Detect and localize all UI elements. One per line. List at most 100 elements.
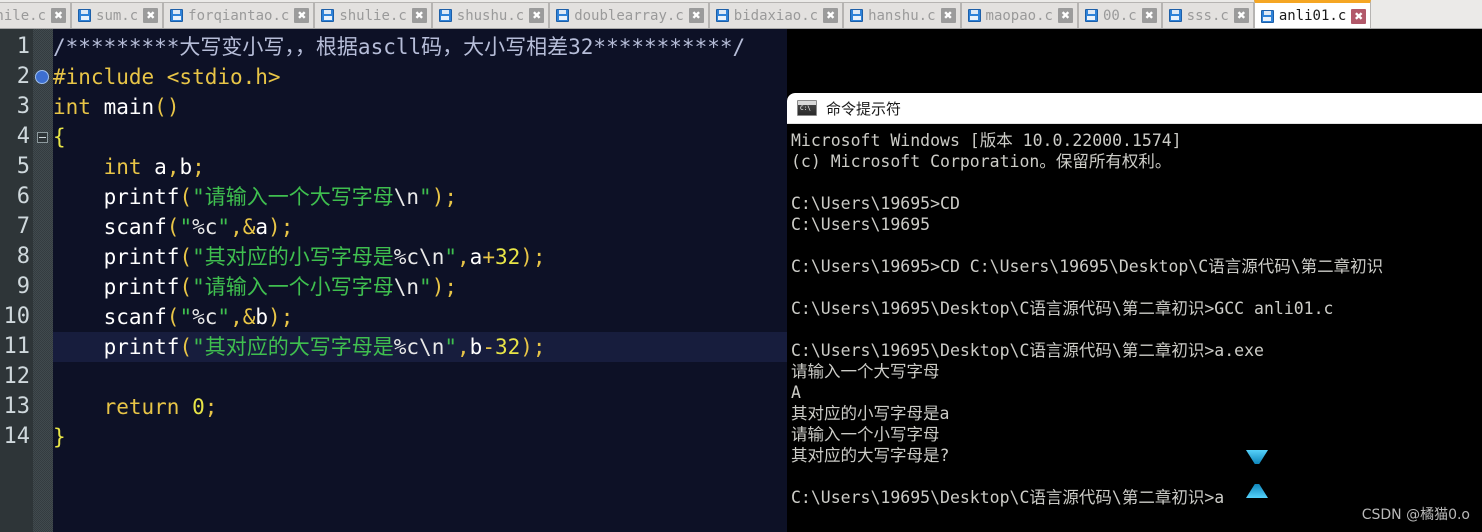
code-line[interactable]: int a,b; xyxy=(53,152,787,182)
tab-label: forqiantao.c xyxy=(188,7,290,24)
tab-sum-c[interactable]: sum.c ✖ xyxy=(71,2,164,28)
floppy-disk-icon xyxy=(850,9,864,22)
tab-label: hanshu.c xyxy=(868,7,936,24)
close-icon[interactable]: ✖ xyxy=(411,8,427,23)
code-line[interactable]: int main() xyxy=(53,92,787,122)
tab-anli01-c[interactable]: anli01.c ✖ xyxy=(1253,0,1372,28)
line-number: 9 xyxy=(16,274,30,299)
code-line[interactable] xyxy=(53,362,787,392)
tab-label: bidaxiao.c xyxy=(733,7,819,24)
fold-collapse-icon[interactable] xyxy=(37,132,48,143)
console-line: C:\Users\19695>CD xyxy=(791,194,960,213)
command-prompt-output[interactable]: Microsoft Windows [版本 10.0.22000.1574] (c… xyxy=(787,124,1482,532)
floppy-disk-icon xyxy=(556,9,570,22)
tab-shulie-c[interactable]: shulie.c ✖ xyxy=(314,2,432,28)
floppy-disk-icon xyxy=(438,9,452,22)
tab-label: shulie.c xyxy=(339,7,407,24)
console-line: 请输入一个大写字母 xyxy=(791,362,940,381)
close-icon[interactable]: ✖ xyxy=(294,8,310,23)
editor-tab-bar[interactable]: while.c✖sum.c✖forqiantao.c✖shulie.c✖shus… xyxy=(0,0,1482,29)
tab-label: sum.c xyxy=(96,7,139,24)
close-icon[interactable]: ✖ xyxy=(823,8,839,23)
line-number: 1 xyxy=(16,34,30,59)
code-line[interactable]: #include <stdio.h> xyxy=(53,62,787,92)
console-line: 其对应的大写字母是? xyxy=(791,446,950,465)
close-icon[interactable]: ✖ xyxy=(1141,8,1157,23)
code-line[interactable]: /*********大写变小写，，根据ascll码，大小写相差32*******… xyxy=(53,32,787,62)
tab-forqiantao-c[interactable]: forqiantao.c ✖ xyxy=(163,2,315,28)
tab-sss-c[interactable]: sss.c ✖ xyxy=(1161,2,1254,28)
console-line: C:\Users\19695\Desktop\C语言源代码\第二章初识>a.ex… xyxy=(791,341,1264,360)
code-line[interactable]: scanf("%c",&a); xyxy=(53,212,787,242)
close-icon[interactable]: ✖ xyxy=(529,8,545,23)
line-number: 4 xyxy=(16,124,30,149)
tab-label: maopao.c xyxy=(985,7,1053,24)
tab-label: shushu.c xyxy=(456,7,525,24)
close-icon[interactable]: ✖ xyxy=(51,8,67,23)
tab-shushu-c[interactable]: shushu.c ✖ xyxy=(431,2,550,28)
code-line[interactable]: { xyxy=(53,122,787,152)
code-folding-strip[interactable] xyxy=(33,29,53,532)
line-number: 13 xyxy=(3,394,31,419)
command-prompt-title: 命令提示符 xyxy=(826,99,902,118)
line-number: 3 xyxy=(16,94,30,119)
console-line: 请输入一个小写字母 xyxy=(791,425,940,444)
command-prompt-window[interactable]: 命令提示符 Microsoft Windows [版本 10.0.22000.1… xyxy=(787,93,1482,532)
console-line: C:\Users\19695>CD C:\Users\19695\Desktop… xyxy=(791,257,1384,276)
tab-hanshu-c[interactable]: hanshu.c ✖ xyxy=(843,2,961,28)
code-line[interactable]: return 0; xyxy=(53,392,787,422)
floppy-disk-icon xyxy=(78,9,92,22)
close-icon[interactable]: ✖ xyxy=(1057,8,1073,23)
close-icon[interactable]: ✖ xyxy=(688,8,704,23)
close-icon[interactable]: ✖ xyxy=(1233,8,1249,23)
line-number: 2 xyxy=(16,64,30,89)
tab-maopao-c[interactable]: maopao.c ✖ xyxy=(960,2,1078,28)
floppy-disk-icon xyxy=(170,9,184,22)
tab-label: doublearray.c xyxy=(574,7,684,24)
line-number: 7 xyxy=(16,214,30,239)
floppy-disk-icon xyxy=(715,9,729,22)
line-number: 10 xyxy=(3,304,31,329)
code-editor-pane[interactable]: 1 2 3 4 5 6 7 8 9 10 11 12 13 14 /*********大写变小写，，根据a… xyxy=(0,29,787,532)
console-line: 其对应的小写字母是a xyxy=(791,404,950,423)
line-number: 14 xyxy=(3,424,31,449)
code-line[interactable]: printf("其对应的小写字母是%c\n",a+32); xyxy=(53,242,787,272)
tab-label: anli01.c xyxy=(1278,8,1347,24)
console-line: A xyxy=(791,383,801,402)
line-number: 11 xyxy=(3,334,31,359)
tab-00-c[interactable]: 00.c ✖ xyxy=(1077,2,1162,28)
floppy-disk-icon xyxy=(967,9,981,22)
line-number-gutter: 1 2 3 4 5 6 7 8 9 10 11 12 13 14 xyxy=(0,29,33,532)
tab-label: sss.c xyxy=(1186,7,1229,24)
close-icon[interactable]: ✖ xyxy=(1351,8,1367,24)
code-line[interactable]: } xyxy=(53,422,787,452)
tab-bidaxiao-c[interactable]: bidaxiao.c ✖ xyxy=(708,2,844,28)
command-prompt-title-bar[interactable]: 命令提示符 xyxy=(787,93,1482,124)
console-line: Microsoft Windows [版本 10.0.22000.1574] xyxy=(791,131,1182,150)
cmd-prompt-icon xyxy=(797,100,817,116)
line-number: 12 xyxy=(3,364,31,389)
breakpoint-icon[interactable] xyxy=(35,70,49,84)
floppy-disk-icon xyxy=(321,9,335,22)
floppy-disk-icon xyxy=(1084,9,1098,22)
code-line[interactable]: printf("请输入一个小写字母\n"); xyxy=(53,272,787,302)
csdn-watermark: CSDN @橘猫0.o xyxy=(1361,507,1470,523)
console-line: C:\Users\19695\Desktop\C语言源代码\第二章初识>GCC … xyxy=(791,299,1334,318)
close-icon[interactable]: ✖ xyxy=(940,8,956,23)
line-number: 6 xyxy=(16,184,30,209)
floppy-disk-icon xyxy=(1260,9,1274,23)
line-number: 5 xyxy=(16,154,30,179)
code-line[interactable]: printf("请输入一个大写字母\n"); xyxy=(53,182,787,212)
code-line[interactable]: printf("其对应的大写字母是%c\n",b-32); xyxy=(53,332,787,362)
tab-while-c[interactable]: while.c ✖ xyxy=(0,2,72,28)
line-number: 8 xyxy=(16,244,30,269)
code-line[interactable]: scanf("%c",&b); xyxy=(53,302,787,332)
tab-doublearray-c[interactable]: doublearray.c ✖ xyxy=(549,2,709,28)
close-icon[interactable]: ✖ xyxy=(143,8,159,23)
code-text-area[interactable]: /*********大写变小写，，根据ascll码，大小写相差32*******… xyxy=(53,29,787,532)
